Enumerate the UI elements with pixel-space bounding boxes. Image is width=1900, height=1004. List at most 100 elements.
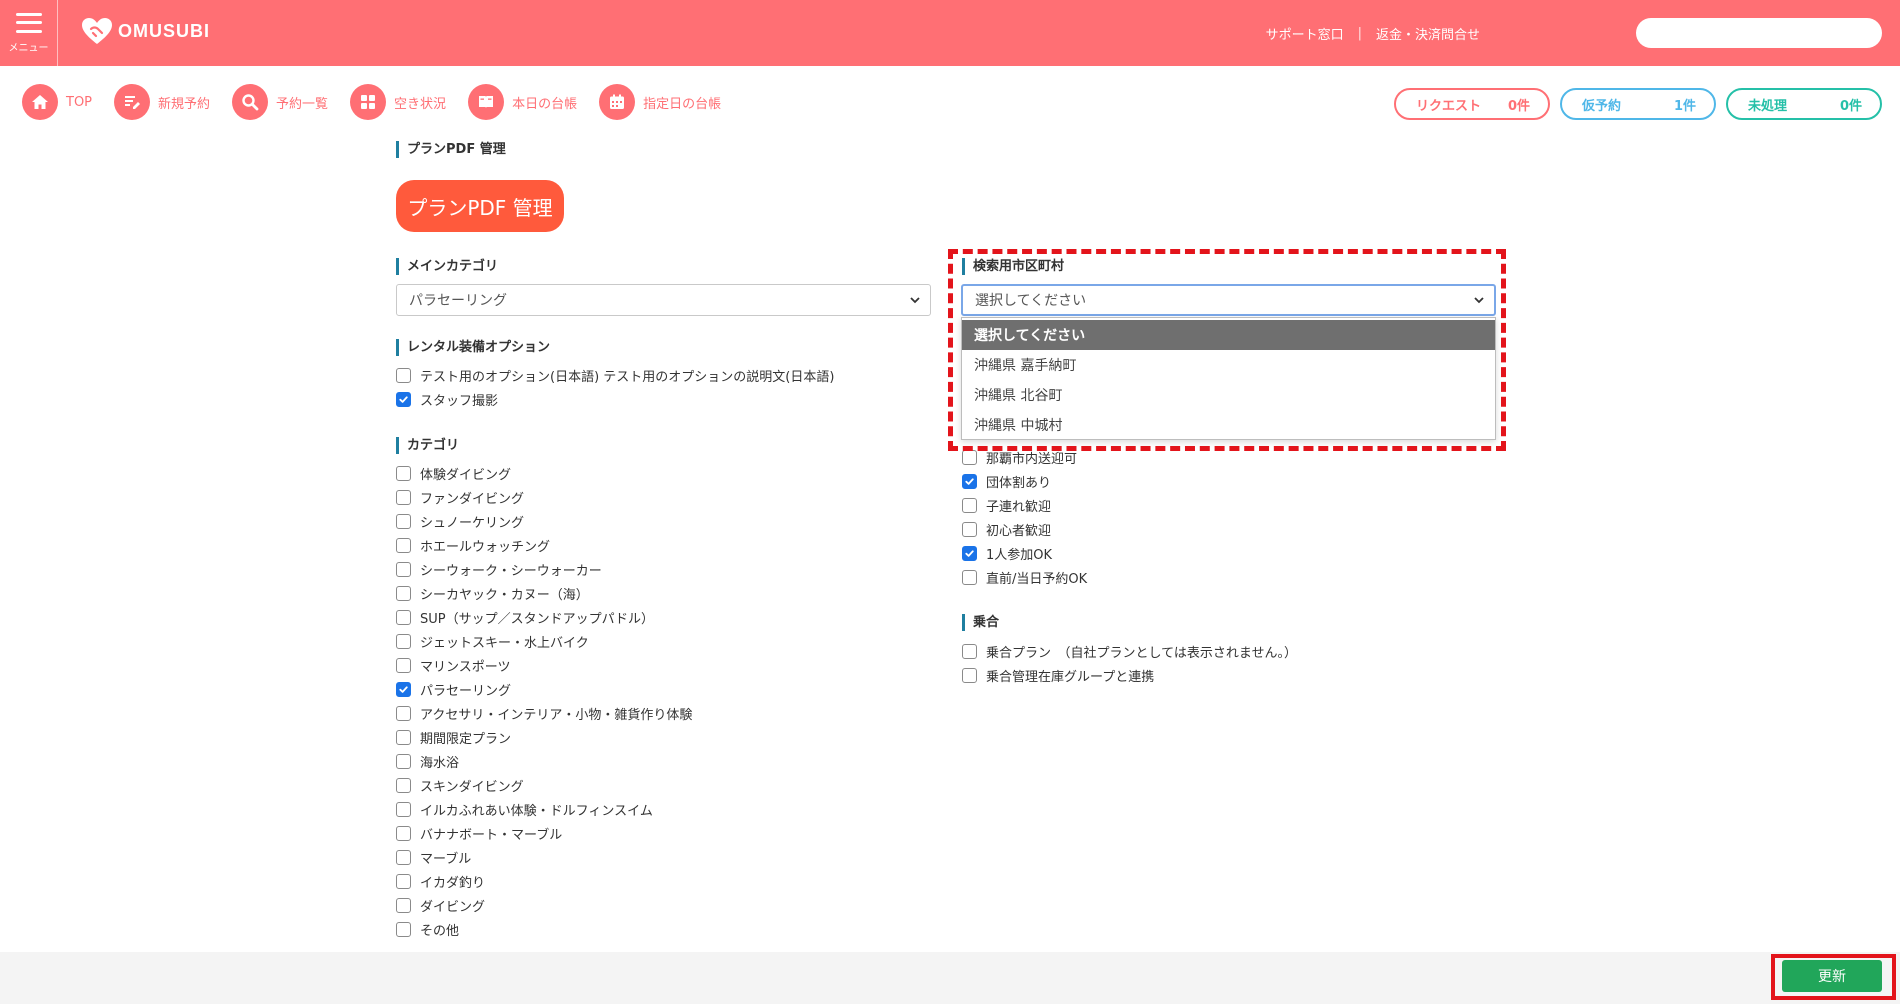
- checkbox[interactable]: [396, 658, 411, 673]
- checkbox[interactable]: [396, 706, 411, 721]
- menu-button[interactable]: メニュー: [0, 0, 58, 66]
- checkbox-row[interactable]: SUP（サップ／スタンドアップパドル）: [396, 608, 654, 627]
- checkbox-row[interactable]: ファンダイビング: [396, 488, 524, 507]
- category-title: カテゴリ: [396, 437, 459, 454]
- checkbox[interactable]: [396, 898, 411, 913]
- checkbox[interactable]: [396, 778, 411, 793]
- checkbox-row[interactable]: 体験ダイビング: [396, 464, 511, 483]
- checkbox[interactable]: [396, 466, 411, 481]
- update-button[interactable]: 更新: [1782, 960, 1882, 992]
- checkbox-row[interactable]: バナナボート・マーブル: [396, 824, 562, 843]
- checkbox-label: その他: [420, 924, 460, 939]
- top-header: メニュー OMUSUBI サポート窓口 | 返金・決済問合せ: [0, 0, 1900, 66]
- checkbox-label: 直前/当日予約OK: [986, 572, 1088, 587]
- checkbox-row[interactable]: 乗合プラン （自社プランとしては表示されません。）: [962, 642, 1297, 661]
- dropdown-option[interactable]: 沖縄県 嘉手納町: [962, 350, 1495, 380]
- checkbox-row[interactable]: アクセサリ・インテリア・小物・雑貨作り体験: [396, 704, 692, 723]
- search-city-value: 選択してください: [975, 293, 1087, 309]
- checkbox[interactable]: [396, 922, 411, 937]
- pill-count: 1件: [1673, 98, 1696, 114]
- shared-title: 乗合: [962, 614, 999, 631]
- checkbox[interactable]: [962, 522, 977, 537]
- checkbox-row[interactable]: 乗合管理在庫グループと連携: [962, 666, 1154, 685]
- checkbox[interactable]: [962, 644, 977, 659]
- main-category-select[interactable]: パラセーリング: [396, 284, 931, 316]
- nav-item-date-ledger[interactable]: 指定日の台帳: [599, 84, 721, 120]
- tentative-count-pill[interactable]: 仮予約 1件: [1560, 88, 1716, 120]
- checkbox[interactable]: [962, 570, 977, 585]
- checkbox-row[interactable]: その他: [396, 920, 459, 939]
- header-search-input[interactable]: [1636, 18, 1882, 48]
- dropdown-option[interactable]: 選択してください: [962, 320, 1495, 350]
- request-count-pill[interactable]: リクエスト 0件: [1394, 88, 1550, 120]
- checkbox[interactable]: [962, 668, 977, 683]
- checkbox-row[interactable]: 団体割あり: [962, 472, 1051, 491]
- checkbox-label: 子連れ歓迎: [986, 500, 1052, 515]
- checkbox[interactable]: [962, 450, 977, 465]
- checkbox-row[interactable]: シュノーケリング: [396, 512, 524, 531]
- nav-item-reservation-list[interactable]: 予約一覧: [232, 84, 328, 120]
- checkbox[interactable]: [396, 826, 411, 841]
- checkbox[interactable]: [396, 490, 411, 505]
- checkbox[interactable]: [396, 562, 411, 577]
- checkbox-row[interactable]: 子連れ歓迎: [962, 496, 1051, 515]
- unprocessed-count-pill[interactable]: 未処理 0件: [1726, 88, 1882, 120]
- nav-item-label: TOP: [66, 94, 93, 110]
- search-city-select[interactable]: 選択してください: [961, 284, 1496, 316]
- checkbox-row[interactable]: 期間限定プラン: [396, 728, 511, 747]
- checkbox-row[interactable]: シーウォーク・シーウォーカー: [396, 560, 602, 579]
- checkbox-row[interactable]: ジェットスキー・水上バイク: [396, 632, 589, 651]
- checkbox-row[interactable]: マリンスポーツ: [396, 656, 510, 675]
- main-toolbar: TOP 新規予約 予約一覧 空き状況 本日の台帳 指定日の台帳 リクエスト 0件…: [0, 66, 1900, 124]
- pill-label: 仮予約: [1582, 98, 1622, 114]
- checkbox[interactable]: [396, 514, 411, 529]
- logo[interactable]: OMUSUBI: [80, 16, 210, 46]
- checkbox-row[interactable]: スタッフ撮影: [396, 390, 498, 409]
- nav-item-today-ledger[interactable]: 本日の台帳: [468, 84, 577, 120]
- checkbox[interactable]: [962, 498, 977, 513]
- checkbox-row[interactable]: イカダ釣り: [396, 872, 485, 891]
- support-link[interactable]: サポート窓口: [1266, 24, 1344, 43]
- checkbox[interactable]: [396, 368, 411, 383]
- checkbox-row[interactable]: 直前/当日予約OK: [962, 568, 1087, 587]
- checkbox-checked[interactable]: [962, 474, 977, 489]
- home-icon: [22, 84, 58, 120]
- checkbox[interactable]: [396, 802, 411, 817]
- nav-item-availability[interactable]: 空き状況: [350, 84, 446, 120]
- checkbox[interactable]: [396, 730, 411, 745]
- checkbox[interactable]: [396, 634, 411, 649]
- checkbox-checked[interactable]: [396, 682, 411, 697]
- checkbox-row[interactable]: 初心者歓迎: [962, 520, 1051, 539]
- nav-item-new-reservation[interactable]: 新規予約: [114, 84, 210, 120]
- pill-count: 0件: [1507, 98, 1530, 114]
- checkbox-checked[interactable]: [396, 392, 411, 407]
- search-city-title: 検索用市区町村: [962, 258, 1064, 275]
- checkbox-row[interactable]: イルカふれあい体験・ドルフィンスイム: [396, 800, 653, 819]
- refund-inquiry-link[interactable]: 返金・決済問合せ: [1376, 24, 1480, 43]
- checkbox-label: 1人参加OK: [986, 548, 1053, 563]
- checkbox[interactable]: [396, 874, 411, 889]
- bottom-action-bar: [0, 952, 1900, 1004]
- checkbox-row[interactable]: ダイビング: [396, 896, 485, 915]
- checkbox-row[interactable]: 海水浴: [396, 752, 459, 771]
- checkbox-label: 那覇市内送迎可: [986, 452, 1078, 467]
- status-pills: リクエスト 0件 仮予約 1件 未処理 0件: [1384, 88, 1882, 120]
- checkbox-row[interactable]: シーカヤック・カヌー（海）: [396, 584, 589, 603]
- checkbox-row[interactable]: 那覇市内送迎可: [962, 448, 1077, 467]
- checkbox-row[interactable]: ホエールウォッチング: [396, 536, 550, 555]
- checkbox[interactable]: [396, 586, 411, 601]
- checkbox-row[interactable]: 1人参加OK: [962, 544, 1052, 563]
- nav-item-top[interactable]: TOP: [22, 84, 92, 120]
- checkbox[interactable]: [396, 610, 411, 625]
- checkbox-row[interactable]: パラセーリング: [396, 680, 511, 699]
- dropdown-option[interactable]: 沖縄県 北谷町: [962, 380, 1495, 410]
- dropdown-option[interactable]: 沖縄県 中城村: [962, 410, 1495, 440]
- checkbox-checked[interactable]: [962, 546, 977, 561]
- checkbox-row[interactable]: テスト用のオプション(日本語) テスト用のオプションの説明文(日本語): [396, 366, 834, 385]
- checkbox-row[interactable]: スキンダイビング: [396, 776, 524, 795]
- checkbox[interactable]: [396, 538, 411, 553]
- checkbox[interactable]: [396, 754, 411, 769]
- plan-pdf-button[interactable]: プランPDF 管理: [396, 180, 564, 232]
- checkbox[interactable]: [396, 850, 411, 865]
- checkbox-row[interactable]: マーブル: [396, 848, 471, 867]
